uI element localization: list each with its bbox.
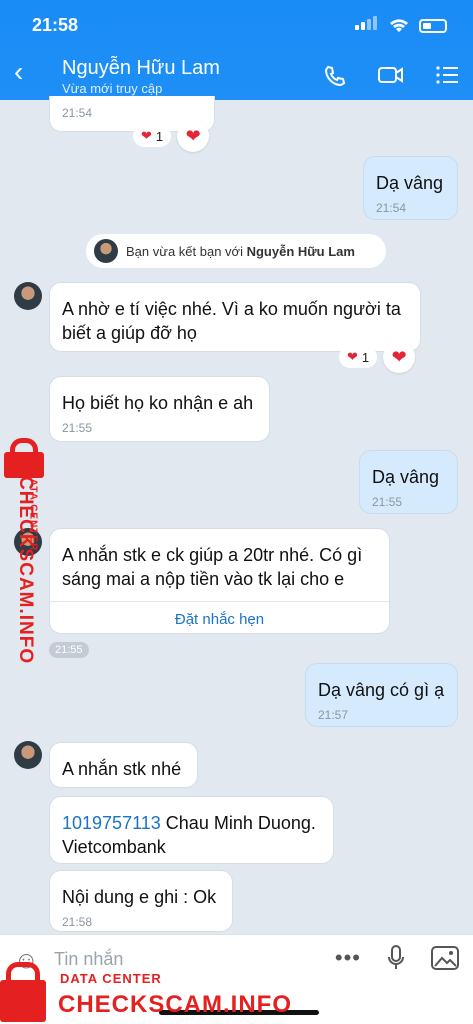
reaction-row: ❤ 1 ❤ [133,120,210,152]
system-text: Bạn vừa kết bạn với [126,243,243,259]
contact-status: Vừa mới truy cập [62,81,163,96]
message-time: 21:57 [318,708,349,722]
message-text: Dạ vâng [376,173,444,193]
reaction-count[interactable]: ❤ 1 [133,125,172,147]
message-text: Dạ vâng [372,467,440,487]
message-bubble-outgoing[interactable]: Dạ vâng 21:54 [363,156,458,220]
account-number-link[interactable]: 1019757113 [62,813,161,833]
video-call-icon[interactable] [377,64,405,86]
heart-icon: ❤ [141,128,152,143]
message-text: A nhờ e tí việc nhé. Vì a ko muốn người … [62,299,401,343]
message-bubble-incoming[interactable]: 1019757113 Chau Minh Duong. Vietcombank [49,796,334,864]
message-time: 21:55 [62,421,93,435]
reaction-count[interactable]: ❤ 1 [339,346,378,368]
system-contact-name: Nguyễn Hữu Lam [246,243,355,259]
more-icon[interactable]: ••• [335,945,361,971]
microphone-icon[interactable] [387,945,405,971]
signal-icon [355,16,379,35]
avatar[interactable] [14,282,42,310]
heart-icon: ❤ [185,125,201,146]
watermark-data-center: DATA CENTER [27,470,39,552]
watermark-brand: CHECKSCAM.INFO [58,991,292,1018]
message-time: 21:58 [62,915,93,929]
image-icon[interactable] [431,946,459,970]
message-bubble-incoming[interactable]: A nhắn stk nhé [49,742,198,788]
message-bubble-outgoing[interactable]: Dạ vâng 21:55 [359,450,458,514]
reaction-number: 1 [155,128,164,144]
message-text: A nhắn stk e ck giúp a 20tr nhé. Có gì s… [62,545,363,589]
avatar[interactable] [14,741,42,769]
message-bubble-incoming[interactable]: Họ biết họ ko nhận e ah 21:55 [49,376,270,442]
message-bubble-outgoing[interactable]: Dạ vâng có gì ạ 21:57 [305,663,458,727]
message-text: Nội dung e ghi : Ok [62,887,217,907]
friend-system-notice: Bạn vừa kết bạn với Nguyễn Hữu Lam [86,234,386,268]
message-time: 21:55 [49,642,89,658]
message-text: Họ biết họ ko nhận e ah [62,393,254,413]
message-text: Dạ vâng có gì ạ [318,680,445,700]
set-reminder-button[interactable]: Đặt nhắc hẹn [50,601,389,637]
message-text: A nhắn stk nhé [62,759,182,779]
react-heart-button[interactable]: ❤ [383,341,416,373]
reaction-row: ❤ 1 ❤ [339,341,416,373]
reaction-number: 1 [361,349,370,365]
status-icons [355,16,447,35]
header-bar: 21:58 ‹ Nguyễn Hữu Lam Vừa mới truy cập [0,0,473,100]
menu-list-icon[interactable] [435,64,459,86]
react-heart-button[interactable]: ❤ [177,120,210,152]
contact-name[interactable]: Nguyễn Hữu Lam [62,57,220,80]
watermark-data-center: DATA CENTER [60,971,162,986]
message-time: 21:55 [372,495,403,509]
status-time: 21:58 [32,15,79,35]
message-time: 21:54 [376,201,407,215]
message-input[interactable]: Tin nhắn [54,949,123,970]
battery-icon [419,18,447,33]
heart-icon: ❤ [391,346,407,367]
message-bubble-incoming[interactable]: A nhắn stk e ck giúp a 20tr nhé. Có gì s… [49,528,390,634]
back-button[interactable]: ‹ [14,58,23,86]
phone-call-icon[interactable] [323,64,347,88]
avatar [94,239,118,263]
wifi-icon [390,18,408,32]
message-bubble-incoming[interactable]: Nội dung e ghi : Ok 21:58 [49,870,233,932]
heart-icon: ❤ [347,349,358,364]
message-time: 21:54 [62,106,93,120]
